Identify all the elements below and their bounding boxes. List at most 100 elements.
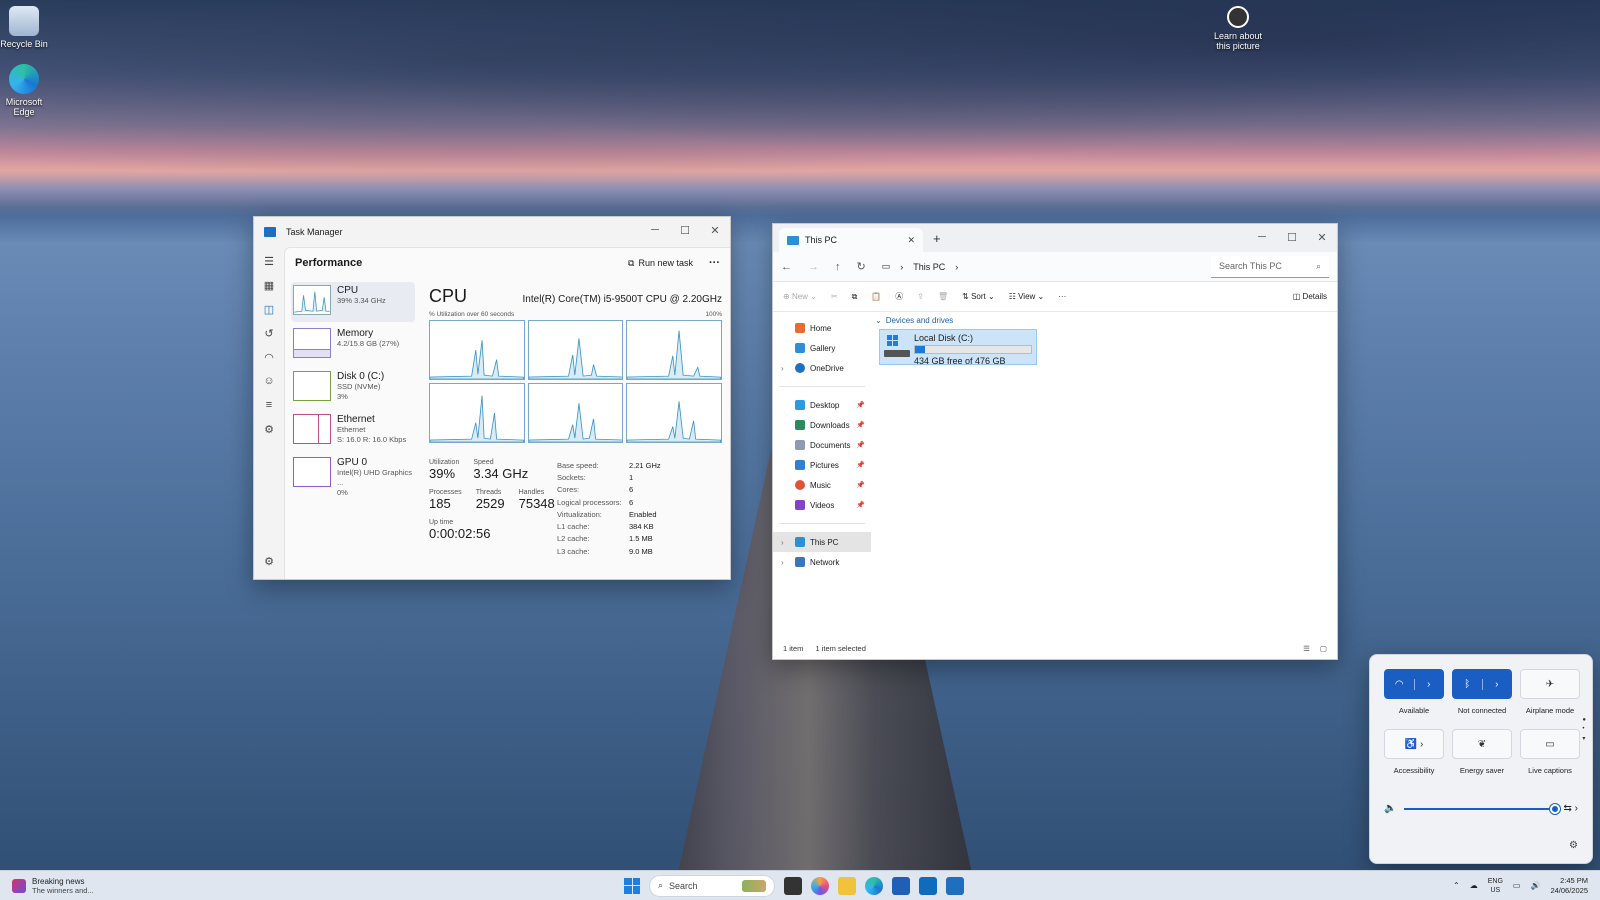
news-widget[interactable]: Breaking news The winners and... (12, 877, 94, 895)
clock[interactable]: 2:45 PM 24/06/2025 (1550, 876, 1588, 896)
close-button[interactable]: ✕ (700, 217, 730, 243)
nav-item-downloads[interactable]: Downloads 📌 (773, 415, 871, 435)
nav-item-network[interactable]: › Network (773, 552, 871, 572)
nav-item-this-pc[interactable]: › This PC (773, 532, 871, 552)
volume-icon[interactable]: 🔊 (1530, 881, 1540, 890)
more-options-button[interactable]: ··· (709, 257, 720, 269)
delete-icon[interactable]: 🗑 (938, 292, 948, 301)
close-button[interactable]: ✕ (1307, 224, 1337, 250)
taskbar-search[interactable]: ⌕ Search (649, 874, 775, 897)
nav-item-videos[interactable]: Videos 📌 (773, 495, 871, 515)
breadcrumb[interactable]: ▭ › This PC › (882, 261, 1180, 272)
bluetooth-toggle[interactable]: ᛒ › (1452, 669, 1512, 699)
hamburger-menu-icon[interactable]: ☰ (261, 253, 277, 269)
tab-this-pc[interactable]: This PC ✕ (779, 228, 923, 252)
task-manager-taskbar-icon[interactable] (946, 876, 964, 895)
resource-item-cpu[interactable]: CPU 39% 3.34 GHz (291, 282, 415, 322)
up-icon[interactable]: ↑ (835, 261, 841, 273)
settings-icon[interactable]: ⚙ (261, 553, 277, 569)
minimize-button[interactable]: ─ (640, 217, 670, 243)
network-icon[interactable]: ▭ (1513, 881, 1521, 890)
details-icon[interactable]: ≡ (261, 397, 277, 413)
services-icon[interactable]: ⚙ (261, 421, 277, 437)
resource-item-memory[interactable]: Memory 4.2/15.8 GB (27%) (291, 325, 415, 365)
copilot-icon[interactable] (811, 876, 829, 895)
nav-item-documents[interactable]: Documents 📌 (773, 435, 871, 455)
nav-item-music[interactable]: Music 📌 (773, 475, 871, 495)
airplane-mode-toggle[interactable]: ✈ (1520, 669, 1580, 699)
resource-item-gpu[interactable]: GPU 0 Intel(R) UHD Graphics ... 0% (291, 454, 415, 497)
page-indicator[interactable]: ● • ▾ (1582, 717, 1586, 742)
nav-item-home[interactable]: Home (773, 318, 871, 338)
cpu-thumbnail (293, 285, 331, 315)
wifi-toggle[interactable]: ◠ › (1384, 669, 1444, 699)
live-captions-toggle[interactable]: ▭ (1520, 729, 1580, 759)
volume-slider[interactable] (1404, 803, 1560, 814)
settings-icon[interactable]: ⚙ (1569, 840, 1578, 851)
audio-output-icon[interactable]: ⇆ › (1564, 803, 1579, 814)
desktop-icon-recycle-bin[interactable]: Recycle Bin (0, 6, 48, 49)
view-button[interactable]: ☷ View ⌄ (1009, 292, 1045, 301)
nav-item-desktop[interactable]: Desktop 📌 (773, 395, 871, 415)
wifi-icon: ◠ (1385, 678, 1415, 690)
new-button[interactable]: ⊕ New ⌄ (783, 292, 817, 301)
volume-slider-knob[interactable] (1549, 803, 1560, 814)
command-bar: ⊕ New ⌄ ✂ ⧉ 📋 Ⓐ ⇪ 🗑 ⇅ Sort ⌄ ☷ View ⌄ ··… (773, 282, 1337, 312)
file-explorer-window: This PC ✕ + ─ ☐ ✕ ← → ↑ ↻ ▭ › This PC › Se… (772, 223, 1338, 660)
recycle-bin-icon (9, 6, 39, 36)
resource-item-disk[interactable]: Disk 0 (C:) SSD (NVMe) 3% (291, 368, 415, 408)
copy-icon[interactable]: ⧉ (852, 292, 858, 302)
accessibility-toggle[interactable]: ♿ › (1384, 729, 1444, 759)
rename-icon[interactable]: Ⓐ (895, 291, 903, 302)
sort-button[interactable]: ⇅ Sort ⌄ (962, 292, 995, 301)
refresh-icon[interactable]: ↻ (857, 260, 866, 273)
minimize-button[interactable]: ─ (1247, 224, 1277, 250)
nav-item-gallery[interactable]: Gallery (773, 338, 871, 358)
speaker-icon[interactable]: 🔈 (1384, 803, 1396, 814)
language-indicator[interactable]: ENG US (1488, 877, 1503, 895)
store-icon[interactable] (892, 876, 910, 895)
maximize-button[interactable]: ☐ (670, 217, 700, 243)
forward-icon[interactable]: → (808, 261, 819, 273)
new-tab-button[interactable]: + (933, 231, 941, 246)
close-tab-icon[interactable]: ✕ (907, 235, 915, 246)
more-button[interactable]: ··· (1058, 292, 1066, 301)
graph-max-label: 100% (705, 311, 722, 318)
paste-icon[interactable]: 📋 (871, 292, 881, 301)
details-view-icon[interactable]: ☰ (1303, 644, 1310, 653)
resource-item-ethernet[interactable]: Ethernet Ethernet S: 16.0 R: 16.0 Kbps (291, 411, 415, 451)
pin-icon: 📌 (856, 402, 865, 409)
search-input[interactable]: Search This PC ⌕ (1211, 255, 1329, 278)
nav-item-onedrive[interactable]: › OneDrive (773, 358, 871, 378)
file-explorer-icon[interactable] (838, 876, 856, 895)
search-highlight-icon (742, 879, 766, 892)
drive-free-space: 434 GB free of 476 GB (914, 356, 1006, 366)
chevron-up-icon[interactable]: ⌃ (1453, 881, 1460, 890)
outlook-icon[interactable] (919, 876, 937, 895)
details-button[interactable]: ◫ Details (1293, 292, 1327, 301)
start-button[interactable] (624, 877, 640, 894)
drive-usage-bar (914, 345, 1032, 354)
navigation-pane: Home Gallery › OneDrive Desktop 📌 Download… (773, 312, 871, 637)
task-view-icon[interactable] (784, 876, 802, 895)
drive-icon (884, 333, 910, 359)
users-icon[interactable]: ☺ (261, 373, 277, 389)
maximize-button[interactable]: ☐ (1277, 224, 1307, 250)
startup-apps-icon[interactable]: ◠ (261, 349, 277, 365)
tiles-view-icon[interactable]: ▢ (1320, 644, 1327, 653)
processes-icon[interactable]: ▦ (261, 277, 277, 293)
group-header-devices[interactable]: ⌄ Devices and drives (875, 316, 1337, 325)
energy-saver-toggle[interactable]: ❦ (1452, 729, 1512, 759)
app-history-icon[interactable]: ↺ (261, 325, 277, 341)
edge-icon[interactable] (865, 876, 883, 895)
performance-icon[interactable]: ◫ (261, 301, 277, 317)
cut-icon[interactable]: ✂ (831, 292, 838, 301)
share-icon[interactable]: ⇪ (917, 292, 924, 301)
onedrive-icon[interactable]: ☁ (1470, 881, 1478, 890)
drive-local-disk-c[interactable]: Local Disk (C:) 434 GB free of 476 GB (879, 329, 1037, 366)
desktop-icon-edge[interactable]: Microsoft Edge (0, 64, 48, 117)
run-new-task-button[interactable]: ⧉ Run new task (628, 258, 693, 269)
back-icon[interactable]: ← (781, 261, 792, 273)
nav-item-pictures[interactable]: Pictures 📌 (773, 455, 871, 475)
desktop-icon-learn-picture[interactable]: Learn about this picture (1212, 6, 1264, 51)
